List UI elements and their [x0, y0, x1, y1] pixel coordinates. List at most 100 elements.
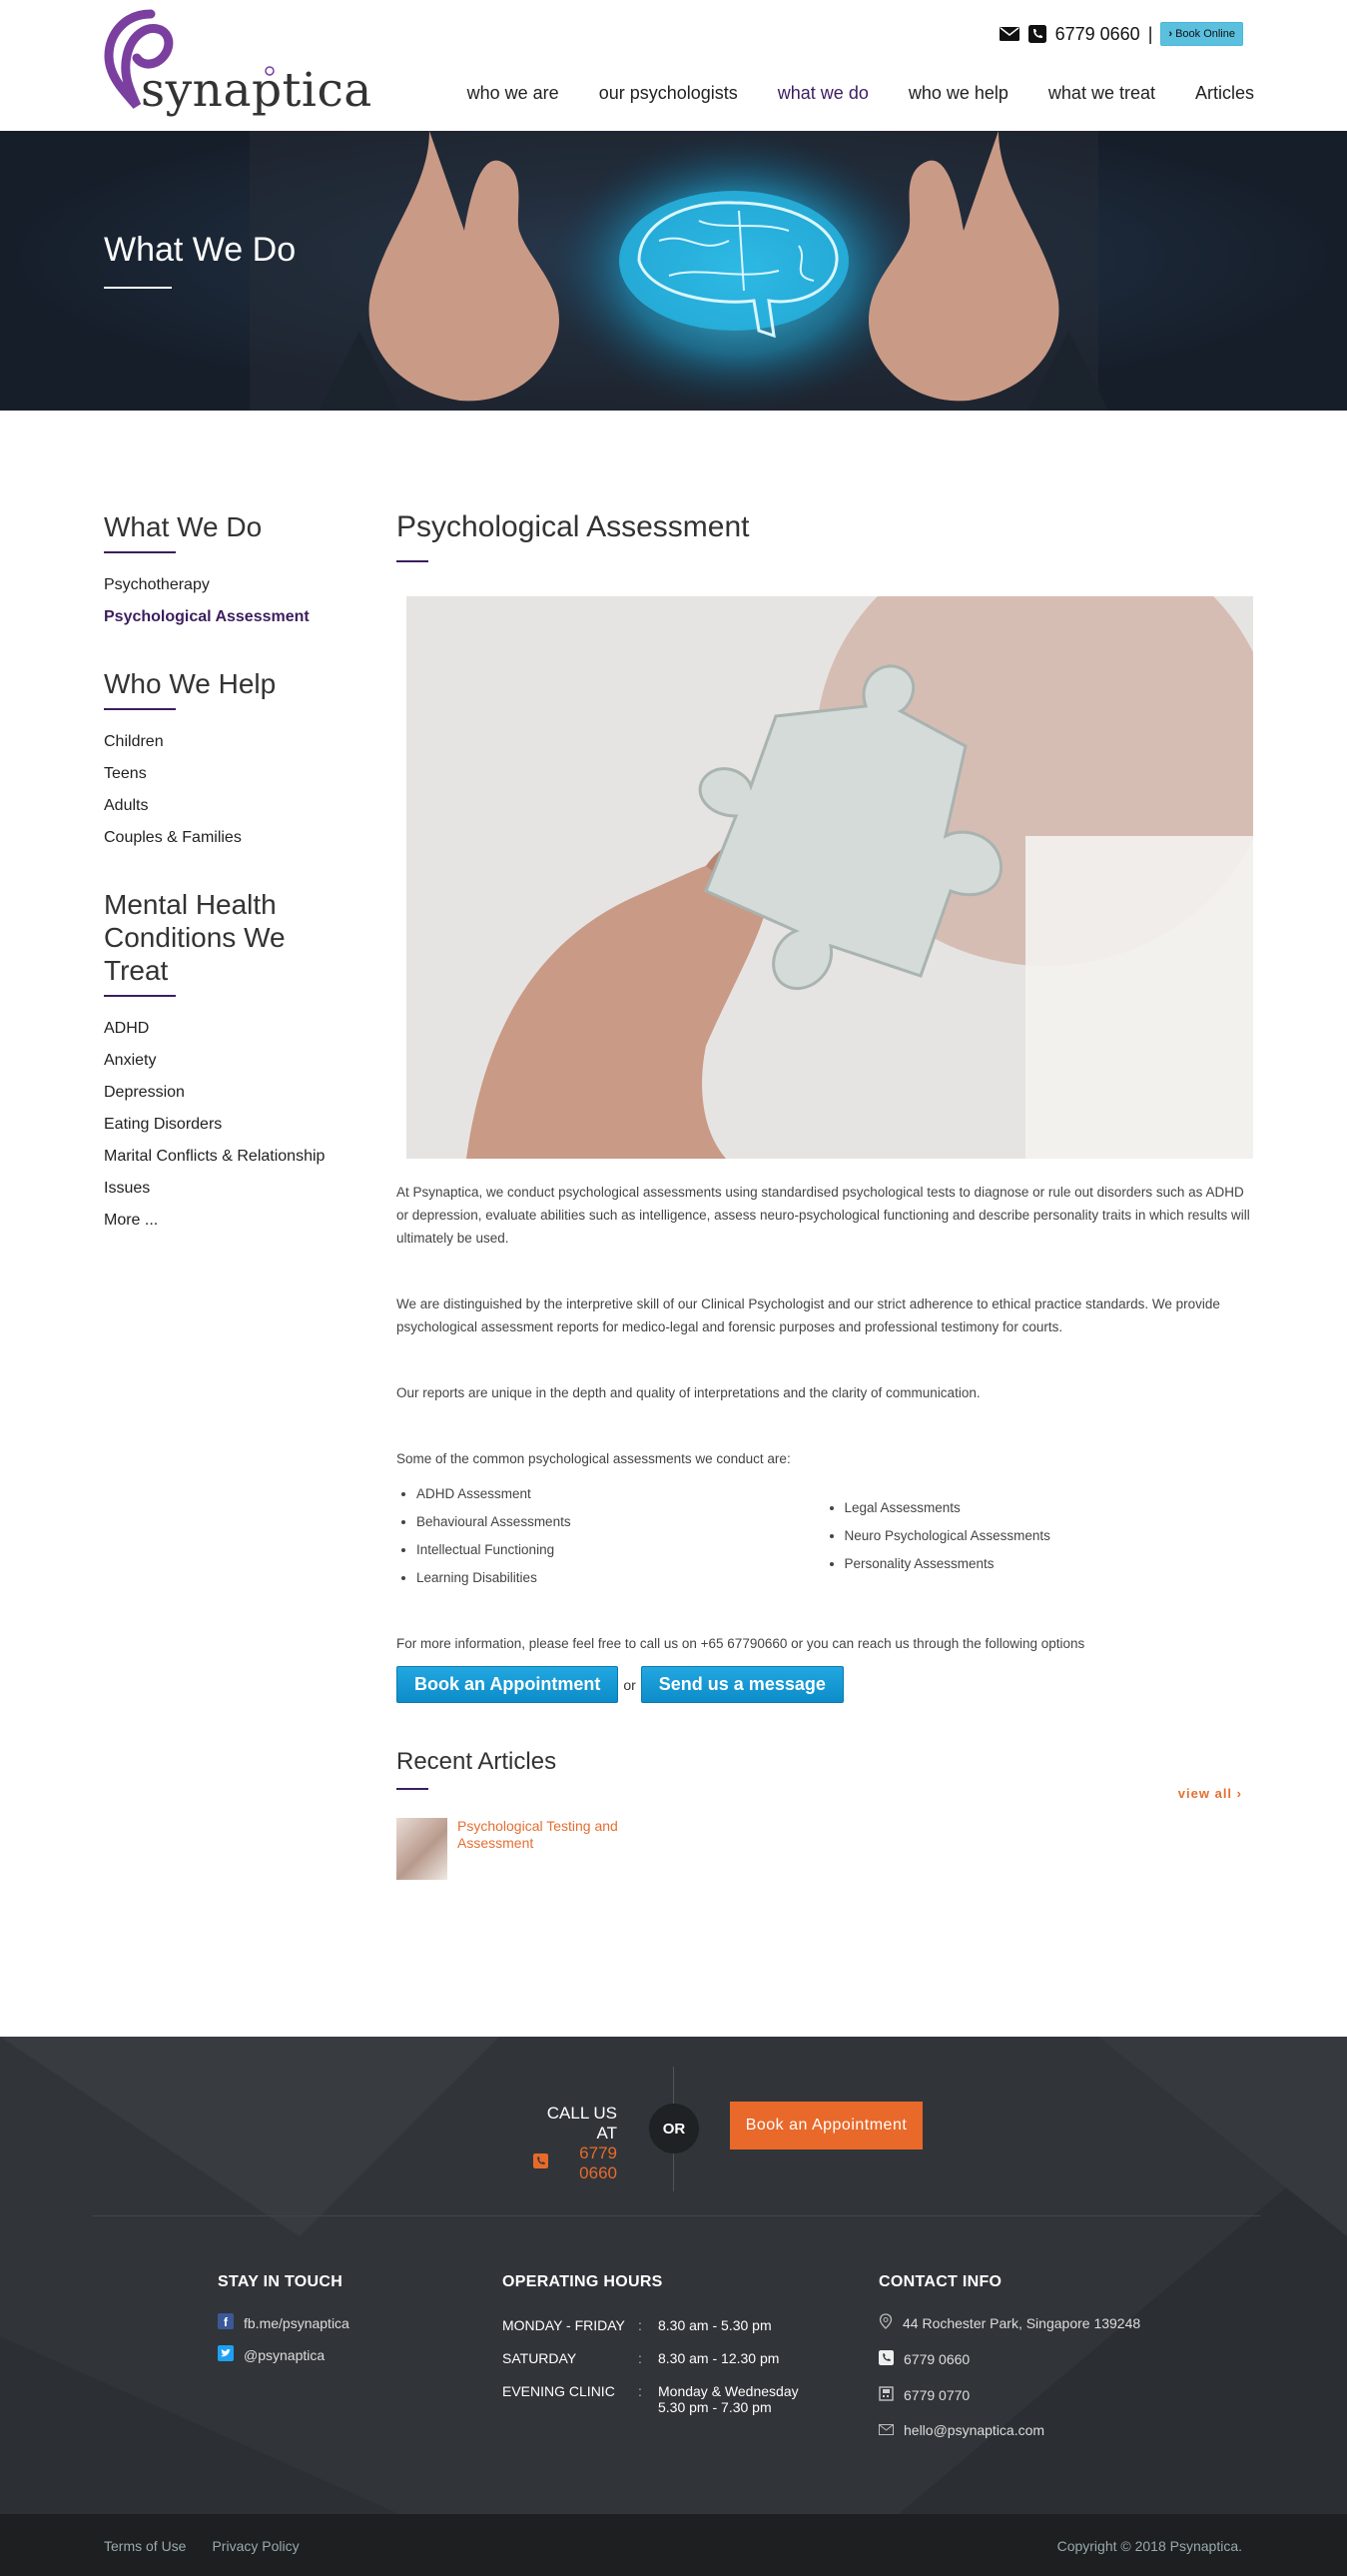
- hours-time: 8.30 am - 5.30 pm: [658, 2317, 772, 2333]
- phone-icon: [879, 2350, 894, 2368]
- book-online-button[interactable]: › Book Online: [1160, 22, 1243, 46]
- assessment-list-left: ADHD Assessment Behavioural Assessments …: [396, 1480, 825, 1592]
- sidebar-heading-what-we-do: What We Do: [104, 511, 263, 542]
- view-all-link[interactable]: view all ›: [1178, 1786, 1242, 1801]
- article-link[interactable]: Psychological Testing and Assessment: [457, 1818, 627, 1880]
- paragraph-4: Some of the common psychological assessm…: [396, 1451, 791, 1466]
- hours-row: MONDAY - FRIDAY : 8.30 am - 5.30 pm: [502, 2313, 799, 2346]
- facebook-link[interactable]: f fb.me/psynaptica: [218, 2313, 349, 2332]
- sidebar-item-more[interactable]: More ...: [104, 1205, 363, 1237]
- facebook-icon: f: [218, 2313, 234, 2332]
- sidebar-item-teens[interactable]: Teens: [104, 758, 363, 790]
- footer-book-appointment-button[interactable]: Book an Appointment: [730, 2102, 923, 2149]
- contact-address-text: 44 Rochester Park, Singapore 139248: [903, 2314, 1141, 2331]
- contact-phone-text[interactable]: 6779 0660: [904, 2351, 970, 2367]
- site-footer: CALL US AT 6779 0660 OR Book an Appointm…: [0, 2037, 1347, 2514]
- phone-icon: [1027, 24, 1047, 44]
- hero-banner: What We Do: [0, 131, 1347, 411]
- hours-day: MONDAY - FRIDAY: [502, 2317, 625, 2333]
- sidebar-underline: [104, 551, 176, 553]
- recent-article-item[interactable]: Psychological Testing and Assessment: [396, 1818, 1252, 1880]
- contact-email[interactable]: hello@psynaptica.com: [879, 2422, 1140, 2438]
- or-label: or: [623, 1676, 636, 1693]
- list-item: Learning Disabilities: [416, 1564, 825, 1592]
- hours-row: SATURDAY : 8.30 am - 12.30 pm: [502, 2346, 799, 2379]
- terms-of-use-link[interactable]: Terms of Use: [104, 2538, 186, 2554]
- sidebar-item-psychotherapy[interactable]: Psychotherapy: [104, 569, 363, 601]
- list-item: Personality Assessments: [845, 1550, 1253, 1578]
- hours-day: EVENING CLINIC: [502, 2383, 615, 2399]
- sidebar-item-issues[interactable]: Issues: [104, 1173, 363, 1205]
- recent-articles-title: Recent Articles: [396, 1748, 557, 1775]
- sidebar-heading-conditions: Mental Health Conditions We Treat: [104, 889, 286, 986]
- hours-day: SATURDAY: [502, 2350, 577, 2366]
- nav-what-we-treat[interactable]: what we treat: [1048, 83, 1155, 104]
- envelope-icon: [879, 2422, 894, 2438]
- sidebar-item-adhd[interactable]: ADHD: [104, 1013, 363, 1045]
- article-thumbnail[interactable]: [396, 1818, 447, 1880]
- footer-heading-contact: CONTACT INFO: [879, 2273, 1003, 2290]
- chevron-right-icon: ›: [1168, 28, 1173, 40]
- logo[interactable]: synaptica: [103, 8, 371, 124]
- sidebar-underline: [104, 995, 176, 997]
- site-header: synaptica 6779 0660 | › Book Online who …: [0, 0, 1347, 131]
- facebook-label[interactable]: fb.me/psynaptica: [244, 2315, 349, 2331]
- sidebar-list-conditions: ADHD Anxiety Depression Eating Disorders…: [104, 1013, 363, 1237]
- page-title: Psychological Assessment: [396, 510, 750, 543]
- book-appointment-button[interactable]: Book an Appointment: [396, 1666, 619, 1703]
- contact-address: 44 Rochester Park, Singapore 139248: [879, 2313, 1140, 2332]
- email-icon[interactable]: [999, 24, 1019, 44]
- list-item: Legal Assessments: [845, 1494, 1253, 1522]
- list-item: Intellectual Functioning: [416, 1536, 825, 1564]
- call-us-number[interactable]: 6779 0660: [553, 2144, 617, 2183]
- call-us-label: CALL US AT: [546, 2104, 617, 2143]
- contact-fax-text: 6779 0770: [904, 2387, 971, 2403]
- sidebar-item-eating-disorders[interactable]: Eating Disorders: [104, 1109, 363, 1141]
- privacy-policy-link[interactable]: Privacy Policy: [212, 2538, 299, 2554]
- map-pin-icon: [879, 2313, 893, 2332]
- nav-who-we-help[interactable]: who we help: [909, 83, 1009, 104]
- sidebar-item-depression[interactable]: Depression: [104, 1077, 363, 1109]
- footer-contact-info: CONTACT INFO 44 Rochester Park, Singapor…: [879, 2273, 1140, 2451]
- topbar: 6779 0660 | › Book Online: [999, 22, 1243, 46]
- assessment-list-right: Legal Assessments Neuro Psychological As…: [825, 1494, 1253, 1592]
- send-message-button[interactable]: Send us a message: [640, 1666, 844, 1703]
- footer-stay-in-touch: STAY IN TOUCH f fb.me/psynaptica @psynap…: [218, 2273, 349, 2377]
- twitter-link[interactable]: @psynaptica: [218, 2345, 349, 2364]
- sidebar-heading-who-we-help: Who We Help: [104, 668, 277, 699]
- sidebar-item-couples-families[interactable]: Couples & Families: [104, 822, 363, 854]
- nav-who-we-are[interactable]: who we are: [467, 83, 559, 104]
- footer-heading-stay: STAY IN TOUCH: [218, 2273, 343, 2290]
- main-nav: who we are our psychologists what we do …: [467, 83, 1254, 104]
- contact-phone[interactable]: 6779 0660: [879, 2350, 1140, 2368]
- phone-icon: [533, 2153, 548, 2173]
- puzzle-piece-image: [406, 596, 1253, 1159]
- legal-links: Terms of Use Privacy Policy: [104, 2538, 300, 2554]
- or-badge: OR: [649, 2104, 699, 2153]
- sidebar-item-psychological-assessment[interactable]: Psychological Assessment: [104, 601, 363, 633]
- sidebar-list-what-we-do: Psychotherapy Psychological Assessment: [104, 569, 363, 633]
- sidebar-item-adults[interactable]: Adults: [104, 790, 363, 822]
- call-us-phone[interactable]: 6779 0660: [533, 2144, 617, 2183]
- assessment-lists: ADHD Assessment Behavioural Assessments …: [396, 1480, 1252, 1592]
- hero-title: What We Do: [104, 231, 297, 269]
- footer-heading-hours: OPERATING HOURS: [502, 2273, 663, 2290]
- contact-email-text[interactable]: hello@psynaptica.com: [904, 2422, 1044, 2438]
- hours-row: EVENING CLINIC : Monday & Wednesday 5.30…: [502, 2379, 799, 2428]
- sidebar-item-marital-conflicts[interactable]: Marital Conflicts & Relationship: [104, 1141, 363, 1173]
- logo-wordmark: synaptica: [141, 63, 372, 118]
- paragraph-1: At Psynaptica, we conduct psychological …: [396, 1185, 1250, 1246]
- cta-buttons: Book an Appointment or Send us a message: [396, 1666, 1252, 1703]
- topbar-phone[interactable]: 6779 0660: [1055, 24, 1140, 45]
- sidebar-item-children[interactable]: Children: [104, 726, 363, 758]
- nav-our-psychologists[interactable]: our psychologists: [599, 83, 738, 104]
- nav-articles[interactable]: Articles: [1195, 83, 1254, 104]
- sidebar-item-anxiety[interactable]: Anxiety: [104, 1045, 363, 1077]
- recent-underline: [396, 1788, 428, 1790]
- main-content: What We Do Psychotherapy Psychological A…: [0, 411, 1347, 2037]
- paragraph-2: We are distinguished by the interpretive…: [396, 1296, 1220, 1334]
- hours-sep: :: [638, 2317, 642, 2333]
- list-item: ADHD Assessment: [416, 1480, 825, 1508]
- twitter-label[interactable]: @psynaptica: [244, 2347, 325, 2363]
- nav-what-we-do[interactable]: what we do: [778, 83, 869, 104]
